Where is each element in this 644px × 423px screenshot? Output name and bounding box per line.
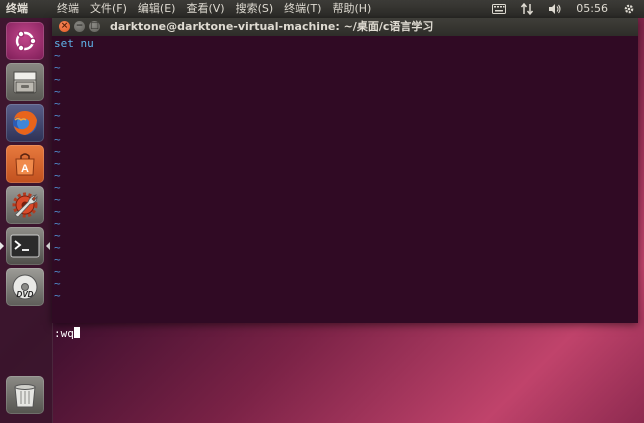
vim-tilde-line: ~ [54,157,61,170]
close-button[interactable]: × [59,21,70,32]
window-title: darktone@darktone-virtual-machine: ~/桌面/… [110,20,434,33]
clock[interactable]: 05:56 [576,0,608,18]
command-text: :wq [54,327,74,340]
text-cursor [73,327,80,338]
vim-tilde-line: ~ [54,181,61,194]
menu-edit[interactable]: 编辑(E) [138,0,176,18]
gear-icon[interactable] [622,2,636,16]
files-button[interactable] [6,63,44,101]
terminal-window[interactable]: × − □ darktone@darktone-virtual-machine:… [52,18,638,340]
vim-tilde-line: ~ [54,205,61,218]
active-app-name: 终端 [6,2,28,15]
vim-tilde-line: ~ [54,109,61,122]
terminal-content[interactable]: set nu ~ ~ ~ ~ ~ ~ ~ ~ ~ ~ ~ ~ ~ ~ ~ ~ ~ ~ ~ ~ ~ :wq [52,37,638,340]
window-titlebar[interactable]: × − □ darktone@darktone-virtual-machine:… [52,18,638,36]
vim-tilde-line: ~ [54,133,61,146]
trash-button[interactable] [6,376,44,414]
firefox-icon [13,111,37,135]
menu-file[interactable]: 文件(F) [90,0,127,18]
indicator-area: 05:56 [492,0,636,18]
minimize-button[interactable]: − [74,21,85,32]
menu-search[interactable]: 搜索(S) [236,0,274,18]
active-indicator-right [46,242,50,250]
menu-terminal[interactable]: 终端 [57,0,79,18]
menu-view[interactable]: 查看(V) [186,0,224,18]
keyboard-icon[interactable] [492,2,507,16]
menu-terminal-t[interactable]: 终端(T) [284,0,321,18]
menu-help[interactable]: 帮助(H) [332,0,371,18]
vim-tilde-line: ~ [54,229,61,242]
vim-tilde-line: ~ [54,73,61,86]
vim-tilde-line: ~ [54,49,61,62]
dvd-icon: DVD [12,274,38,300]
terminal-icon [10,234,40,258]
network-arrows-icon[interactable] [520,2,534,16]
vim-tilde-line: ~ [54,193,61,206]
vim-tilde-line: ~ [54,145,61,158]
vim-tilde-line: ~ [54,253,61,266]
vim-tilde-line: ~ [54,85,61,98]
top-panel: 终端 终端 文件(F) 编辑(E) 查看(V) 搜索(S) 终端(T) 帮助(H… [0,0,644,18]
file-cabinet-icon [13,71,37,94]
vim-first-line: set nu [54,37,94,50]
system-settings-button[interactable] [6,186,44,224]
active-indicator-left [0,242,4,250]
vim-tilde-line: ~ [54,61,61,74]
wrench-gear-icon [12,192,38,218]
volume-icon[interactable] [548,2,562,16]
vim-tilde-line: ~ [54,217,61,230]
vim-tilde-line: ~ [54,277,61,290]
maximize-button[interactable]: □ [89,21,100,32]
unity-launcher: A DVD [0,18,53,423]
vim-tilde-line: ~ [54,121,61,134]
vim-tilde-line: ~ [54,265,61,278]
vim-empty-lines: ~ ~ ~ ~ ~ ~ ~ ~ ~ ~ ~ ~ ~ ~ ~ ~ ~ ~ ~ ~ ~ [52,50,638,302]
vim-command-line[interactable]: :wq [54,327,80,340]
menu-bar: 终端 文件(F) 编辑(E) 查看(V) 搜索(S) 终端(T) 帮助(H) [57,0,371,18]
ubuntu-logo-icon [15,30,37,52]
window-controls: × − □ [59,21,100,32]
dvd-button[interactable]: DVD [6,268,44,306]
vim-tilde-line: ~ [54,169,61,182]
svg-text:DVD: DVD [17,290,34,299]
trash-icon [14,384,36,408]
svg-text:A: A [21,163,29,175]
vim-tilde-line: ~ [54,241,61,254]
software-center-button[interactable]: A [6,145,44,183]
firefox-button[interactable] [6,104,44,142]
shopping-bag-icon: A [15,153,35,176]
vim-tilde-line: ~ [54,289,61,302]
dash-home-button[interactable] [6,22,44,60]
vim-tilde-line: ~ [54,97,61,110]
terminal-button[interactable] [6,227,44,265]
